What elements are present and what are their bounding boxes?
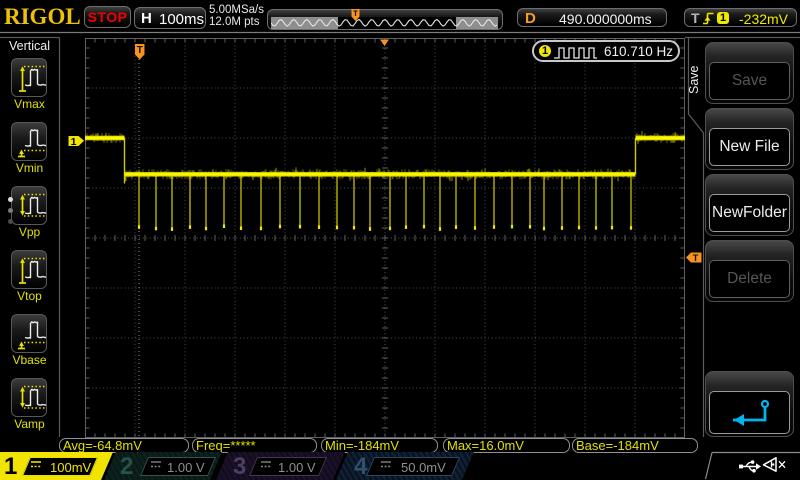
svg-text:T: T: [693, 253, 699, 263]
svg-text:1: 1: [71, 136, 77, 147]
svg-text:T: T: [137, 45, 143, 56]
